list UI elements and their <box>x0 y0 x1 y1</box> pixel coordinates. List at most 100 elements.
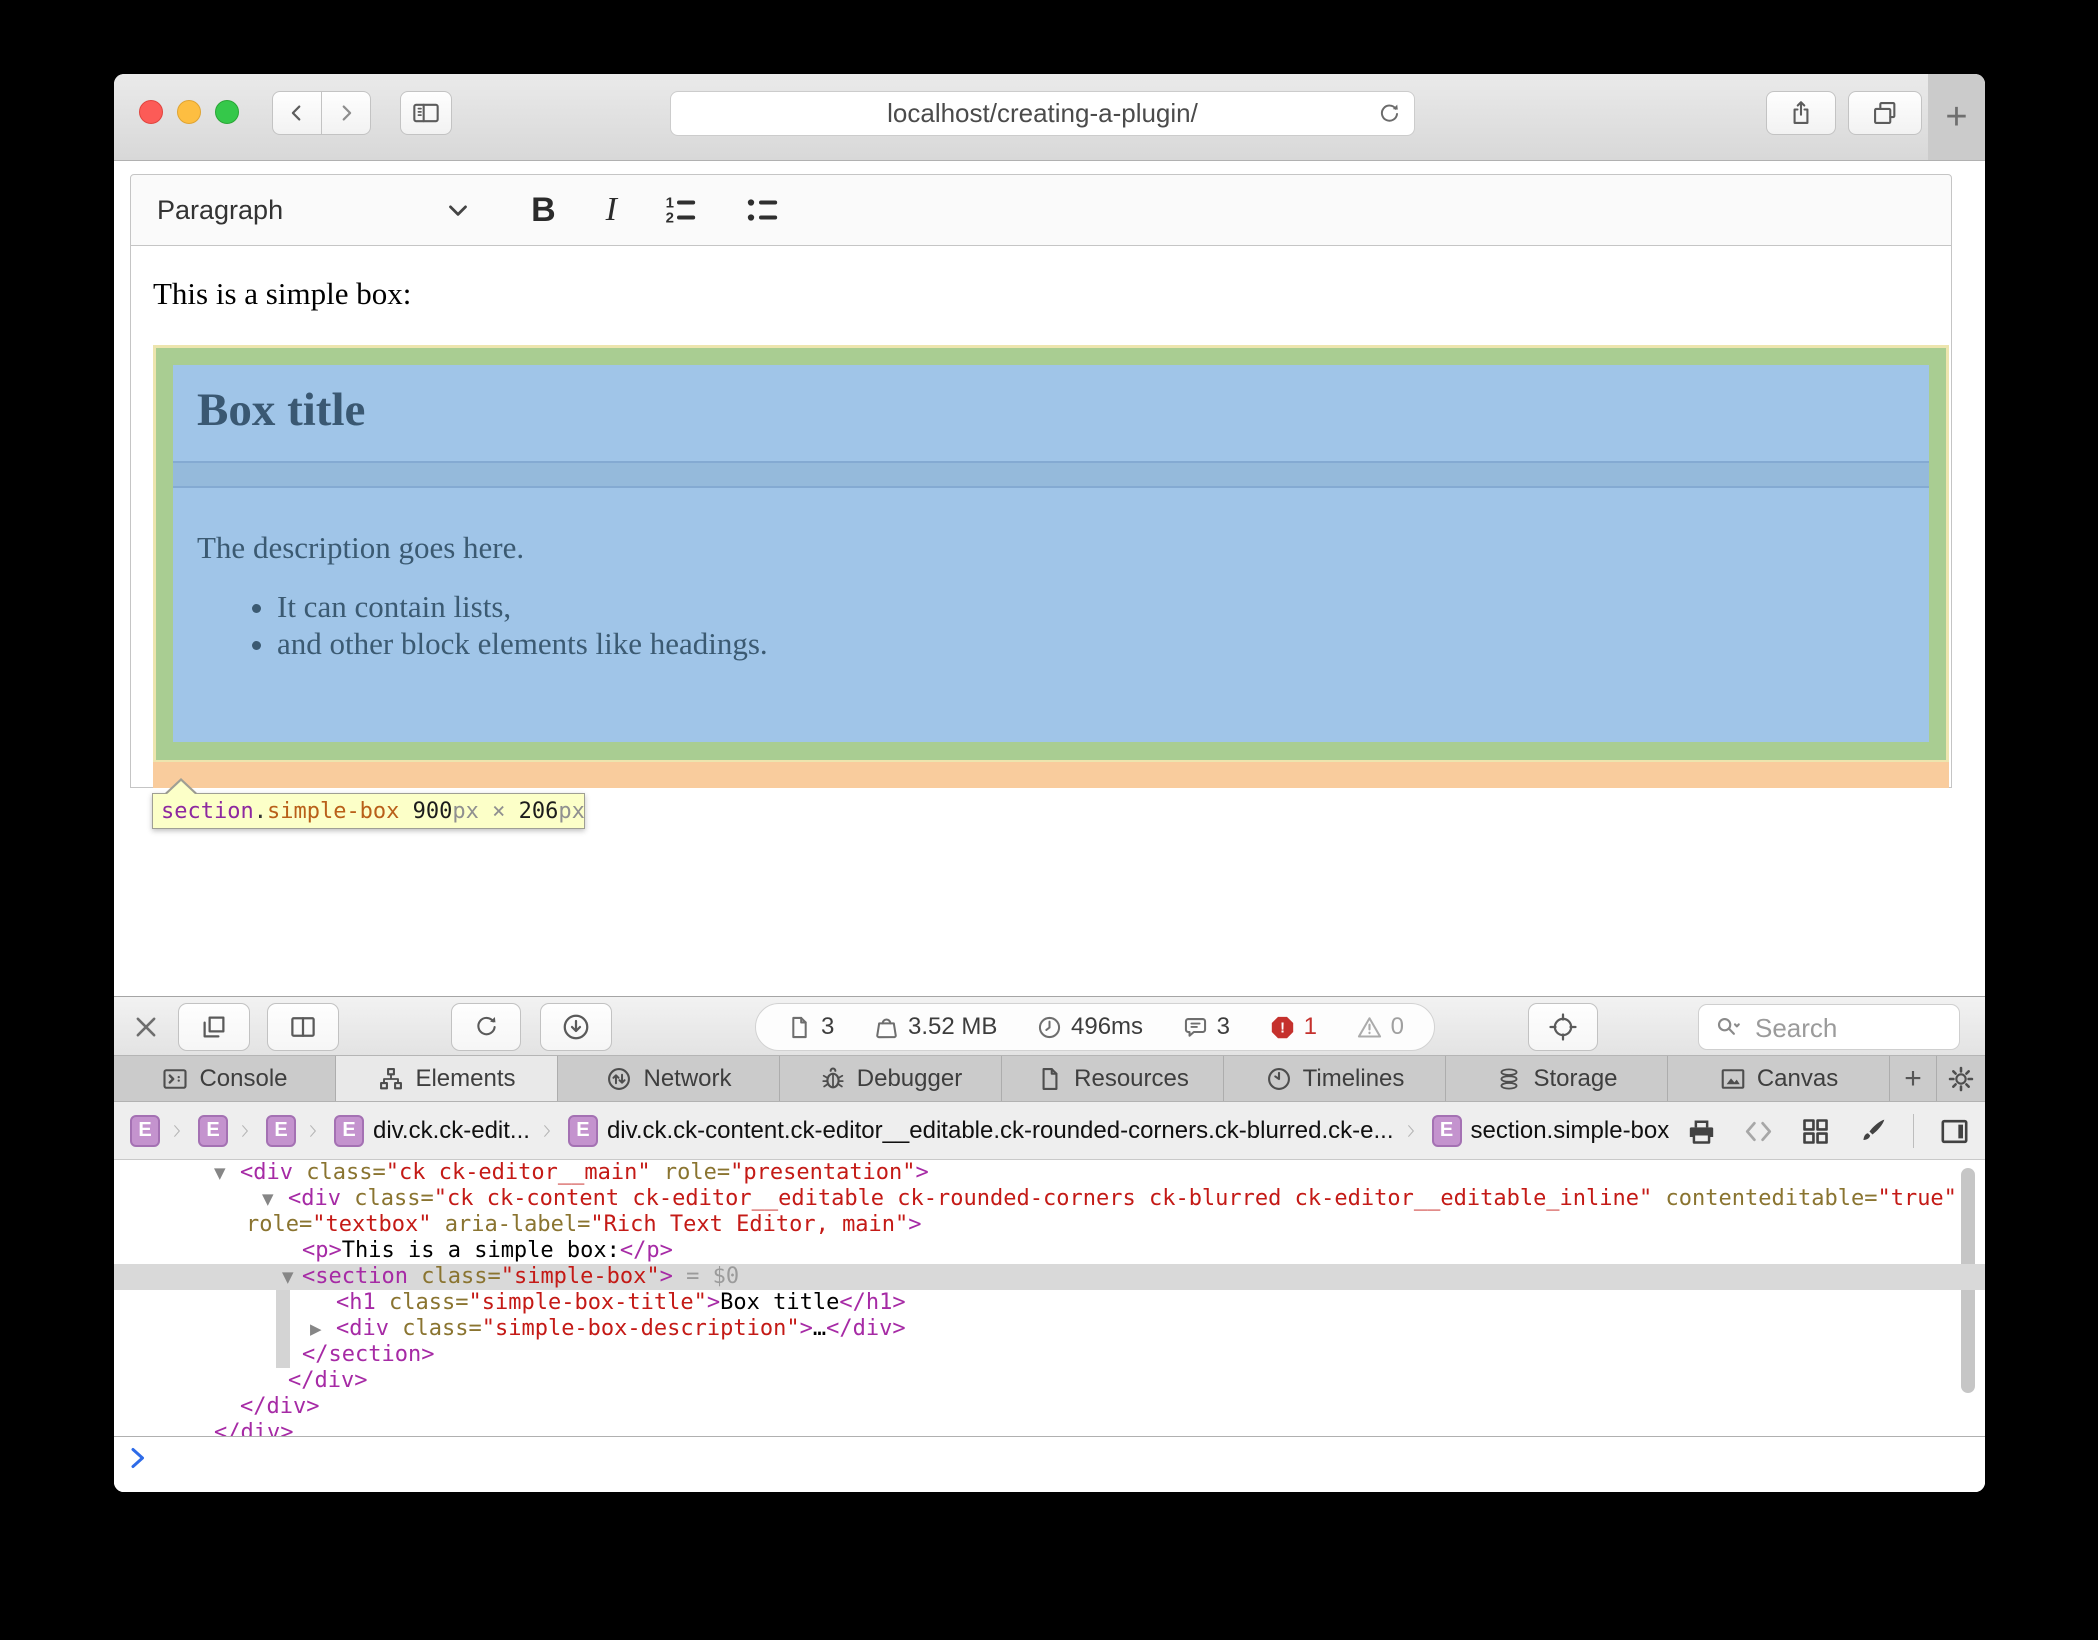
triangle-down-icon[interactable]: ▼ <box>282 1264 294 1290</box>
safari-window: localhost/creating-a-plugin/ + Paragraph… <box>114 74 1985 1492</box>
dom-tree-row[interactable]: </div> <box>114 1368 1985 1394</box>
back-button[interactable] <box>272 91 322 135</box>
token-tag: > <box>660 1264 673 1289</box>
element-size-tooltip: section.simple-box 900px × 206px <box>152 793 585 829</box>
editor-content-area[interactable]: This is a simple box: Box title The desc… <box>130 246 1952 788</box>
heading-dropdown[interactable]: Paragraph <box>157 195 283 226</box>
dock-side-button[interactable] <box>267 1003 339 1051</box>
dom-tree-row[interactable]: </section> <box>114 1342 1985 1368</box>
italic-button[interactable]: I <box>606 191 617 229</box>
minimize-window-button[interactable] <box>177 100 201 124</box>
dom-code: <h1 class="simple-box-title">Box title</… <box>114 1290 906 1316</box>
sidebar-toggle-button[interactable] <box>400 91 452 135</box>
code-brackets-icon[interactable] <box>1742 1115 1775 1148</box>
dom-tree-row[interactable]: </div> <box>114 1420 1985 1436</box>
list-item: and other block elements like headings. <box>277 625 768 662</box>
token-tag: </div> <box>826 1316 905 1341</box>
triangle-right-icon[interactable]: ▶ <box>310 1316 322 1342</box>
token-attr: role= <box>664 1160 730 1185</box>
dom-tree-row[interactable]: ▶<div class="simple-box-description">…</… <box>114 1316 1985 1342</box>
chevron-right-icon <box>171 1118 187 1144</box>
console-prompt[interactable] <box>114 1437 1985 1492</box>
reload-icon[interactable] <box>1376 101 1402 127</box>
printer-icon[interactable] <box>1685 1115 1718 1148</box>
tab-elements[interactable]: Elements <box>336 1056 558 1101</box>
new-tab-button[interactable]: + <box>1928 74 1985 160</box>
timelines-icon <box>1265 1065 1293 1093</box>
stat-value: 3 <box>821 1013 834 1041</box>
inspector-search-field[interactable] <box>1698 1004 1960 1050</box>
zoom-window-button[interactable] <box>215 100 239 124</box>
tab-debugger[interactable]: Debugger <box>780 1056 1002 1101</box>
search-input[interactable] <box>1753 1005 1947 1051</box>
token-tag: <div <box>336 1316 389 1341</box>
dom-tree-row[interactable]: <p>This is a simple box:</p> <box>114 1238 1985 1264</box>
token-tag: <div <box>240 1160 293 1185</box>
stat-bubble[interactable]: 3 <box>1182 1013 1230 1041</box>
warning-triangle-icon <box>1356 1014 1383 1041</box>
token-attr: class= <box>389 1290 468 1315</box>
token-plain <box>408 1264 421 1289</box>
settings-button[interactable] <box>1937 1056 1985 1101</box>
stat-value: 0 <box>1391 1013 1404 1041</box>
triangle-down-icon[interactable]: ▼ <box>214 1160 226 1186</box>
dom-tree-row[interactable]: ▼<div class="ck ck-editor__main" role="p… <box>114 1160 1985 1186</box>
add-tab-button[interactable]: + <box>1890 1056 1937 1101</box>
close-window-button[interactable] <box>139 100 163 124</box>
token-tag: </h1> <box>839 1290 905 1315</box>
dom-tree-row[interactable]: ▼<div class="ck ck-content ck-editor__ed… <box>114 1186 1985 1212</box>
document-icon <box>786 1014 813 1041</box>
numbered-list-button[interactable]: 12 <box>659 190 699 230</box>
brush-icon[interactable] <box>1856 1115 1889 1148</box>
breadcrumb-item[interactable]: Esection.simple-box <box>1432 1115 1670 1147</box>
triangle-down-icon[interactable]: ▼ <box>262 1186 274 1212</box>
canvas-icon <box>1719 1065 1747 1093</box>
list-item: It can contain lists, <box>277 588 768 625</box>
token-text: This is a simple box: <box>342 1238 620 1263</box>
stat-warning-triangle[interactable]: 0 <box>1356 1013 1404 1041</box>
download-button[interactable] <box>540 1003 612 1051</box>
tab-timelines[interactable]: Timelines <box>1224 1056 1446 1101</box>
dom-tree-row[interactable]: ▼<section class="simple-box"> = $0 <box>114 1264 1985 1290</box>
close-inspector-button[interactable] <box>132 1013 160 1041</box>
forward-button[interactable] <box>321 91 371 135</box>
prompt-chevron-icon <box>128 1446 152 1470</box>
tab-resources[interactable]: Resources <box>1002 1056 1224 1101</box>
chevron-down-icon[interactable] <box>443 195 473 225</box>
stat-clock[interactable]: 496ms <box>1036 1013 1143 1041</box>
dom-tree-row[interactable]: <h1 class="simple-box-title">Box title</… <box>114 1290 1985 1316</box>
detach-inspector-button[interactable] <box>178 1003 250 1051</box>
element-badge: E <box>266 1115 296 1147</box>
grid-icon[interactable] <box>1799 1115 1832 1148</box>
web-inspector: 3 3.52 MB 496ms 3 !1 0 ConsoleElementsNetwork… <box>114 996 1985 1492</box>
tab-canvas[interactable]: Canvas <box>1668 1056 1890 1101</box>
show-all-tabs-button[interactable] <box>1848 91 1922 135</box>
tab-console[interactable]: Console <box>114 1056 336 1101</box>
address-bar[interactable]: localhost/creating-a-plugin/ <box>670 91 1415 136</box>
breadcrumb-item[interactable]: E <box>266 1115 296 1147</box>
dom-tree-row[interactable]: </div> <box>114 1394 1985 1420</box>
inspector-toolbar: 3 3.52 MB 496ms 3 !1 0 <box>114 996 1985 1056</box>
stat-error-octagon[interactable]: !1 <box>1269 1013 1317 1041</box>
bulleted-list-button[interactable] <box>741 190 781 230</box>
element-badge: E <box>198 1115 228 1147</box>
breadcrumb-item[interactable]: Ediv.ck.ck-content.ck-editor__editable.c… <box>568 1115 1394 1147</box>
breadcrumb-item[interactable]: E <box>198 1115 228 1147</box>
tab-network[interactable]: Network <box>558 1056 780 1101</box>
share-button[interactable] <box>1766 91 1836 135</box>
breadcrumb-item[interactable]: E <box>130 1115 160 1147</box>
panel-right-icon[interactable] <box>1938 1115 1971 1148</box>
stat-document[interactable]: 3 <box>786 1013 834 1041</box>
tab-storage[interactable]: Storage <box>1446 1056 1668 1101</box>
web-page: Paragraph B I 12 This is a simple box: B… <box>114 161 1985 996</box>
dom-tree-row[interactable]: role="textbox" aria-label="Rich Text Edi… <box>114 1212 1985 1238</box>
inspector-reload-button[interactable] <box>451 1003 521 1051</box>
stat-value: 1 <box>1304 1013 1317 1041</box>
stat-weight[interactable]: 3.52 MB <box>873 1013 997 1041</box>
element-picker-button[interactable] <box>1528 1003 1598 1051</box>
token-val: "simple-box-title" <box>468 1290 706 1315</box>
dom-code: </div> <box>114 1368 367 1394</box>
token-attr: contenteditable= <box>1666 1186 1878 1211</box>
bold-button[interactable]: B <box>531 191 556 230</box>
breadcrumb-item[interactable]: Ediv.ck.ck-edit... <box>334 1115 530 1147</box>
